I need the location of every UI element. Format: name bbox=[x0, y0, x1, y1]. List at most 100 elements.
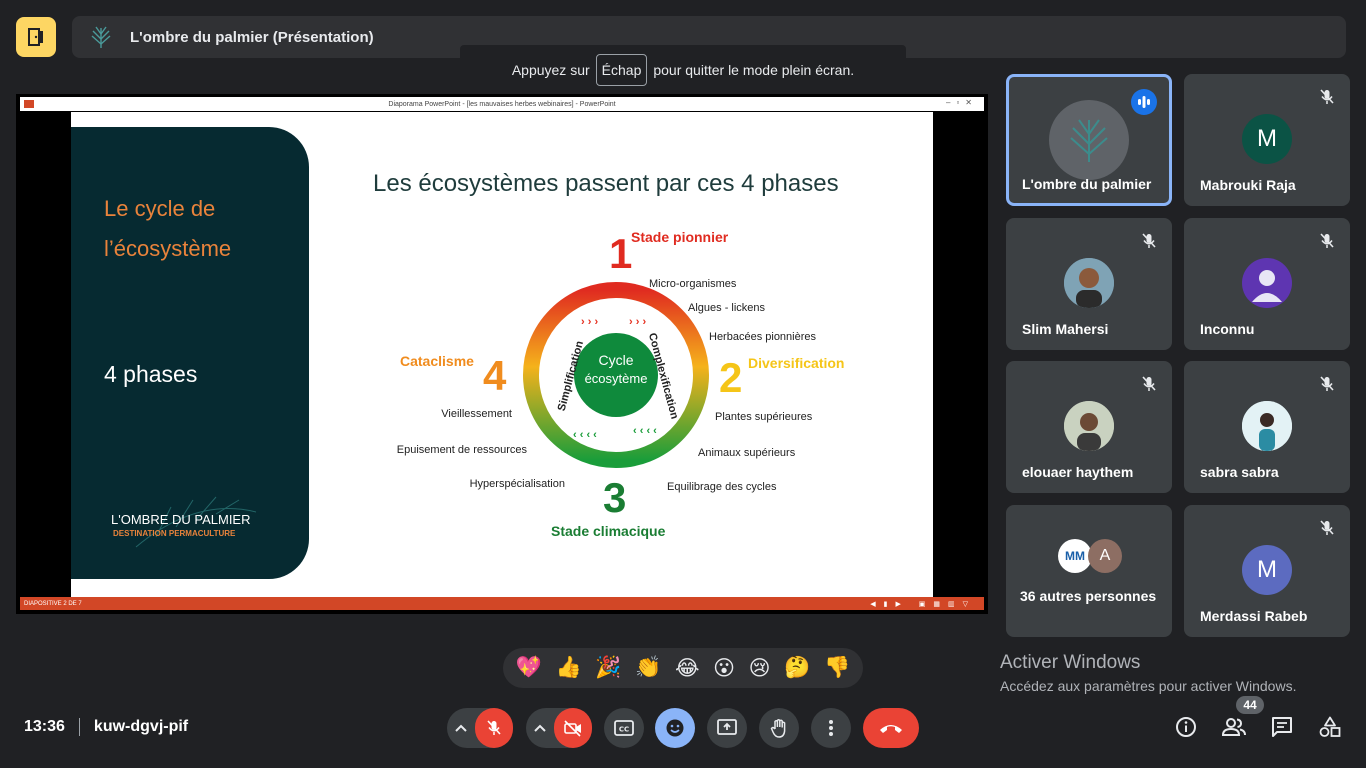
user-photo-icon bbox=[1242, 401, 1292, 451]
participant-tile-sabra-sabra[interactable]: sabra sabra bbox=[1184, 361, 1350, 493]
reaction-thumbs-down[interactable]: 👎 bbox=[824, 656, 850, 680]
more-options-button[interactable] bbox=[811, 708, 851, 748]
presentation-stage: Diaporama PowerPoint - [les mauvaises he… bbox=[16, 94, 988, 614]
raise-hand-icon bbox=[770, 719, 786, 738]
activities-button[interactable] bbox=[1319, 716, 1341, 743]
powerpoint-icon bbox=[24, 100, 34, 108]
people-icon bbox=[1221, 718, 1246, 736]
reaction-thumbs-up[interactable]: 👍 bbox=[556, 656, 582, 680]
participant-count-badge: 44 bbox=[1236, 696, 1264, 714]
mic-off-icon bbox=[1320, 89, 1334, 104]
mic-control bbox=[447, 708, 513, 748]
participant-tile-inconnu[interactable]: Inconnu bbox=[1184, 218, 1350, 350]
phase-3-number: 3 bbox=[603, 474, 626, 521]
participant-tile-others[interactable]: MM A 36 autres personnes bbox=[1006, 505, 1172, 637]
reaction-heart[interactable]: 💖 bbox=[516, 656, 542, 680]
note-top-2: Algues - lickens bbox=[688, 302, 766, 314]
participant-tile-ombre-du-palmier[interactable]: L'ombre du palmier bbox=[1006, 74, 1172, 206]
hang-up-icon bbox=[880, 725, 902, 733]
participant-name: Slim Mahersi bbox=[1022, 321, 1109, 337]
chevrons-top-left: › › › bbox=[581, 316, 598, 328]
camera-control bbox=[526, 708, 592, 748]
phase-2-number: 2 bbox=[719, 354, 742, 401]
slide-brand-name: L'OMBRE DU PALMIER bbox=[111, 512, 251, 527]
note-top-3: Herbacées pionnières bbox=[709, 331, 817, 343]
emoji-icon bbox=[666, 719, 684, 737]
mic-options-button[interactable] bbox=[447, 724, 475, 732]
avatar bbox=[1242, 258, 1292, 308]
cycle-center-line1: Cycle bbox=[598, 352, 633, 368]
chevrons-bottom-right: ‹ ‹ ‹ ‹ bbox=[633, 425, 657, 437]
window-controls[interactable]: –▫✕ bbox=[946, 98, 978, 107]
exit-presentation-button[interactable] bbox=[16, 17, 56, 57]
camera-off-icon bbox=[564, 720, 582, 737]
participant-tile-elouaer-haythem[interactable]: elouaer haythem bbox=[1006, 361, 1172, 493]
meeting-details-button[interactable] bbox=[1175, 716, 1197, 743]
slide-panel-subtitle: 4 phases bbox=[104, 361, 198, 387]
reactions-bar: 💖 👍 🎉 👏 😂 😮 😢 🤔 👎 bbox=[503, 648, 863, 688]
toast-text-after: pour quitter le mode plein écran. bbox=[653, 62, 855, 78]
more-vert-icon bbox=[829, 720, 833, 736]
participant-tile-merdassi-rabeb[interactable]: M Merdassi Rabeb bbox=[1184, 505, 1350, 637]
speaking-indicator-icon bbox=[1131, 89, 1157, 115]
escape-key-label: Échap bbox=[595, 54, 648, 86]
presentation-title: L'ombre du palmier (Présentation) bbox=[130, 28, 374, 46]
avatar bbox=[1064, 258, 1114, 308]
note-left-2: Epuisement de ressources bbox=[397, 444, 528, 456]
camera-options-button[interactable] bbox=[526, 724, 554, 732]
ecosystem-cycle-diagram: Cycle écosytème Simplification Complexif… bbox=[397, 229, 845, 539]
hang-up-button[interactable] bbox=[863, 708, 919, 748]
avatar: A bbox=[1088, 539, 1122, 573]
phase-4-label: Cataclisme bbox=[400, 353, 474, 369]
note-right-1: Plantes supérieures bbox=[715, 411, 813, 423]
toast-text-before: Appuyez sur bbox=[511, 62, 590, 78]
powerpoint-statusbar: DIAPOSITIVE 2 DE 7 ◀▮▶ ▣▦▥▽ bbox=[20, 597, 984, 610]
participant-tile-mabrouki-raja[interactable]: M Mabrouki Raja bbox=[1184, 74, 1350, 206]
phase-2-label: Diversification bbox=[748, 355, 844, 371]
reaction-sad[interactable]: 😢 bbox=[749, 656, 771, 681]
reaction-surprised[interactable]: 😮 bbox=[713, 656, 735, 681]
reaction-thinking[interactable]: 🤔 bbox=[784, 656, 810, 680]
chevrons-bottom-left: ‹ ‹ ‹ ‹ bbox=[573, 429, 597, 441]
slideshow-controls[interactable]: ◀▮▶ ▣▦▥▽ bbox=[870, 600, 976, 608]
emoji-button[interactable] bbox=[655, 708, 695, 748]
participant-name: Mabrouki Raja bbox=[1200, 177, 1296, 193]
fullscreen-toast: Appuyez sur Échap pour quitter le mode p… bbox=[460, 45, 906, 95]
people-button[interactable] bbox=[1221, 716, 1246, 743]
mic-off-icon bbox=[1320, 520, 1334, 535]
slide-counter: DIAPOSITIVE 2 DE 7 bbox=[24, 600, 82, 607]
mic-toggle-button[interactable] bbox=[475, 708, 513, 748]
avatar bbox=[1064, 401, 1114, 451]
present-button[interactable] bbox=[707, 708, 747, 748]
activation-subtitle: Accédez aux paramètres pour activer Wind… bbox=[1000, 678, 1297, 694]
participant-tile-slim-mahersi[interactable]: Slim Mahersi bbox=[1006, 218, 1172, 350]
reaction-laugh[interactable]: 😂 bbox=[675, 656, 700, 681]
phase-3-label: Stade climacique bbox=[551, 523, 666, 539]
participant-name: 36 autres personnes bbox=[1020, 588, 1157, 604]
reaction-party[interactable]: 🎉 bbox=[595, 656, 621, 680]
others-avatars: MM A bbox=[1058, 539, 1122, 573]
mic-off-icon bbox=[1142, 233, 1156, 248]
slide-panel-title: Le cycle de l’écosystème bbox=[104, 196, 232, 261]
captions-button[interactable]: CC bbox=[604, 708, 644, 748]
avatar: M bbox=[1242, 114, 1292, 164]
chevron-up-icon bbox=[455, 724, 467, 732]
participant-name: L'ombre du palmier bbox=[1022, 176, 1152, 192]
camera-toggle-button[interactable] bbox=[554, 708, 592, 748]
windows-activation-watermark: Activer Windows Accédez aux paramètres p… bbox=[1000, 652, 1296, 694]
cycle-center-line2: écosytème bbox=[585, 371, 648, 386]
phase-1-number: 1 bbox=[609, 230, 632, 277]
note-right-2: Animaux supérieurs bbox=[698, 447, 796, 459]
reaction-clap[interactable]: 👏 bbox=[635, 656, 661, 680]
palm-logo-icon bbox=[1070, 119, 1108, 162]
note-left-1: Vieillessement bbox=[441, 408, 512, 420]
person-icon bbox=[1252, 270, 1282, 302]
svg-text:CC: CC bbox=[619, 726, 629, 734]
slide-heading: Les écosystèmes passent par ces 4 phases bbox=[373, 170, 839, 197]
raise-hand-button[interactable] bbox=[759, 708, 799, 748]
slide-brand-tagline: DESTINATION PERMACULTURE bbox=[113, 529, 236, 538]
chat-button[interactable] bbox=[1271, 716, 1293, 743]
avatar: MM bbox=[1058, 539, 1092, 573]
exit-door-icon bbox=[28, 28, 43, 46]
note-top-1: Micro-organismes bbox=[649, 278, 737, 290]
